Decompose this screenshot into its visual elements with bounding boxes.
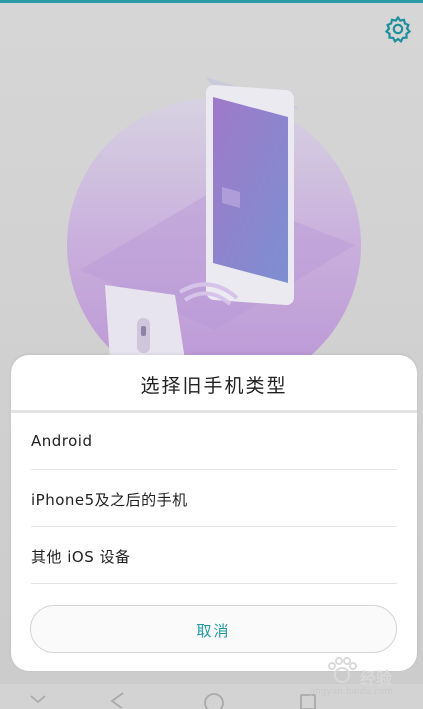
option-iphone5-later[interactable]: iPhone5及之后的手机 [31,470,397,527]
paw-logo-icon [328,657,357,683]
cancel-button[interactable]: 取消 [30,605,397,653]
option-other-ios[interactable]: 其他 iOS 设备 [31,527,397,584]
new-phone-graphic [205,77,300,306]
option-android[interactable]: Android [31,413,397,470]
chevron-down-icon[interactable] [28,692,48,706]
phone-migration-illustration [67,77,361,360]
gear-icon [384,15,412,43]
phone-screen: 选择旧手机类型 Android iPhone5及之后的手机 其他 iOS 设备 … [0,0,423,709]
watermark-text: 经验 [360,669,393,688]
option-iphone5-label: iPhone5及之后的手机 [31,491,188,509]
option-android-label: Android [31,432,93,450]
dialog-title: 选择旧手机类型 [140,375,288,397]
watermark-brand-text: 经验 [360,665,392,689]
settings-button[interactable] [383,14,413,44]
baidu-jingyan-watermark: 经验 jingyan.baidu.com [300,652,420,702]
cancel-label: 取消 [196,622,231,640]
old-phone-graphic [105,285,185,360]
phone-type-dialog: 选择旧手机类型 Android iPhone5及之后的手机 其他 iOS 设备 … [11,355,417,671]
option-other-ios-label: 其他 iOS 设备 [31,548,131,566]
home-circle-icon[interactable] [203,692,225,709]
back-triangle-icon[interactable] [108,692,128,708]
watermark-url: jingyan.baidu.com [310,687,394,697]
